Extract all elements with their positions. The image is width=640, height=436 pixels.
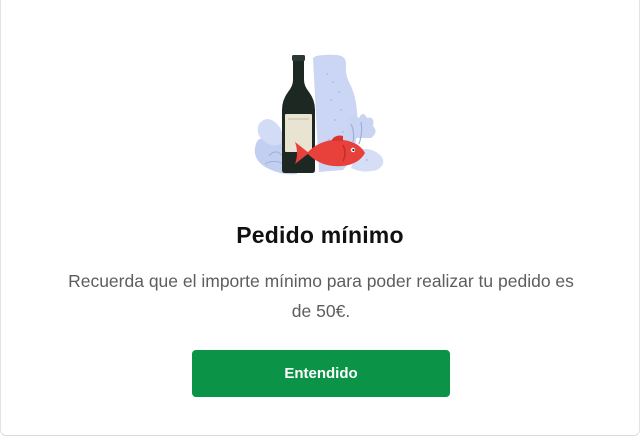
modal-message: Recuerda que el importe mínimo para pode… <box>68 271 574 321</box>
modal-title: Pedido mínimo <box>236 222 404 248</box>
entendido-button[interactable]: Entendido <box>192 350 450 397</box>
wine-bottle-and-fish-icon <box>247 52 395 182</box>
minimum-order-modal: Pedido mínimo Recuerda que el importe mí… <box>0 0 640 436</box>
